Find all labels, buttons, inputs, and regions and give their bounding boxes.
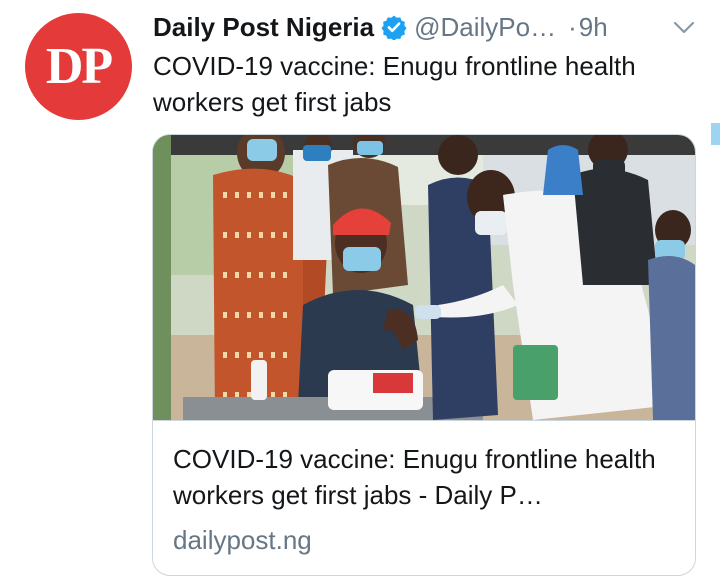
separator-dot: · (568, 11, 577, 42)
user-handle[interactable]: @DailyPo… (414, 12, 556, 43)
chevron-down-icon[interactable] (671, 15, 697, 41)
side-marker (711, 123, 720, 145)
link-card[interactable]: COVID-19 vaccine: Enugu frontline health… (152, 134, 696, 576)
card-image[interactable] (153, 135, 695, 421)
verified-badge-icon (381, 14, 407, 40)
card-title: COVID-19 vaccine: Enugu frontline health… (173, 444, 656, 510)
card-domain: dailypost.ng (173, 525, 312, 555)
tweet-text: COVID-19 vaccine: Enugu frontline health… (153, 51, 636, 117)
avatar-logo-text: DP (45, 37, 113, 95)
tweet-header: Daily Post Nigeria @DailyPo… · 9h (153, 10, 713, 44)
avatar[interactable]: DP (25, 13, 132, 120)
tweet-timestamp[interactable]: 9h (579, 12, 608, 43)
display-name[interactable]: Daily Post Nigeria (153, 12, 374, 43)
